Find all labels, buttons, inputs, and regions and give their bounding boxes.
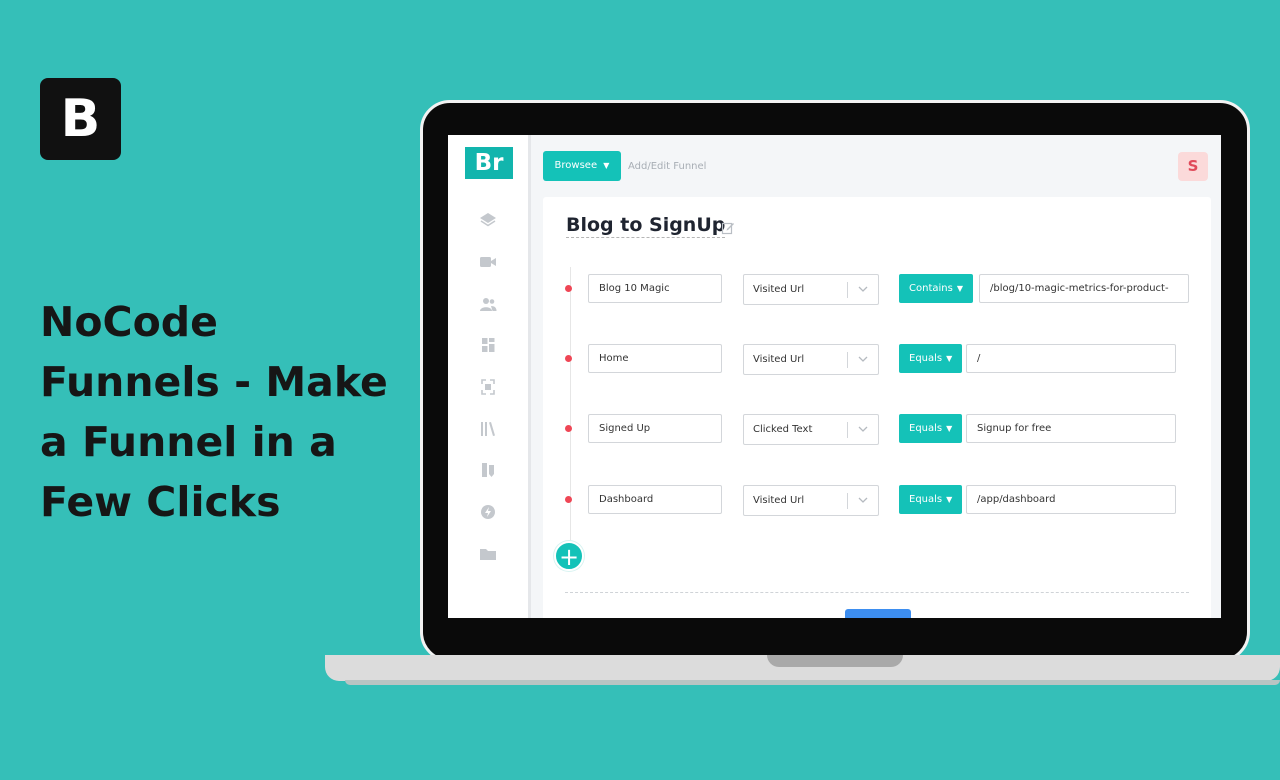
breadcrumb: Add/Edit Funnel: [628, 161, 707, 172]
users-icon[interactable]: [479, 296, 497, 312]
match-value-input[interactable]: Signup for free: [966, 414, 1176, 443]
match-value-input[interactable]: /app/dashboard: [966, 485, 1176, 514]
step-name-input[interactable]: Dashboard: [588, 485, 722, 514]
funnel-editor-panel: Blog to SignUp Blog 10 Magic Visited Url…: [543, 197, 1211, 618]
operator-dropdown-button[interactable]: Equals ▼: [899, 414, 963, 443]
caret-down-icon: ▼: [946, 495, 953, 504]
operator-label: Contains: [909, 283, 953, 294]
event-type-value: Clicked Text: [753, 424, 813, 435]
step-dot: [565, 285, 572, 292]
edit-icon[interactable]: [721, 221, 735, 235]
event-type-select[interactable]: Clicked Text: [743, 414, 879, 445]
operator-label: Equals: [909, 353, 943, 364]
project-dropdown-button[interactable]: Browsee ▼: [543, 151, 621, 181]
event-type-select[interactable]: Visited Url: [743, 344, 879, 375]
brand-logo: B: [40, 78, 121, 160]
operator-label: Equals: [909, 494, 943, 505]
caret-down-icon: ▼: [946, 354, 953, 363]
caret-down-icon: ▼: [603, 161, 610, 170]
project-dropdown-label: Browsee: [554, 160, 598, 171]
chevron-down-icon: [858, 497, 868, 503]
user-avatar[interactable]: S: [1178, 152, 1208, 181]
funnel-step: Dashboard Visited Url Equals ▼ /app/dashb…: [543, 485, 1211, 516]
event-type-select[interactable]: Visited Url: [743, 274, 879, 305]
caret-down-icon: ▼: [946, 424, 953, 433]
folder-icon[interactable]: [479, 546, 497, 562]
operator-label: Equals: [909, 423, 943, 434]
divider: [565, 592, 1189, 593]
event-type-select[interactable]: Visited Url: [743, 485, 879, 516]
event-type-value: Visited Url: [753, 354, 805, 365]
funnel-step: Signed Up Clicked Text Equals ▼ Signup fo…: [543, 414, 1211, 445]
dashboard-icon[interactable]: [479, 337, 497, 353]
match-value-input[interactable]: /: [966, 344, 1176, 373]
event-type-value: Visited Url: [753, 284, 805, 295]
operator-dropdown-button[interactable]: Contains ▼: [899, 274, 973, 303]
step-dot: [565, 425, 572, 432]
library-icon[interactable]: [479, 421, 497, 437]
funnel-step: Home Visited Url Equals ▼ /: [543, 344, 1211, 375]
chevron-down-icon: [858, 286, 868, 292]
chevron-down-icon: [858, 426, 868, 432]
step-name-input[interactable]: Blog 10 Magic: [588, 274, 722, 303]
add-step-button[interactable]: +: [554, 541, 584, 571]
save-funnel-button[interactable]: [845, 609, 911, 618]
lightning-icon[interactable]: [479, 504, 497, 520]
step-name-input[interactable]: Home: [588, 344, 722, 373]
step-dot: [565, 355, 572, 362]
funnel-title[interactable]: Blog to SignUp: [566, 214, 726, 238]
step-name-input[interactable]: Signed Up: [588, 414, 722, 443]
app-logo[interactable]: Br: [465, 147, 513, 179]
match-value-input[interactable]: /blog/10-magic-metrics-for-product-: [979, 274, 1189, 303]
caret-down-icon: ▼: [956, 284, 963, 293]
laptop-base-shadow: [345, 680, 1280, 685]
laptop-notch: [767, 655, 903, 667]
event-type-value: Visited Url: [753, 495, 805, 506]
operator-dropdown-button[interactable]: Equals ▼: [899, 485, 963, 514]
app-screen: Br Browsee ▼ Add/Edit Funnel S Blog to S…: [448, 135, 1221, 618]
sidebar: Br: [448, 135, 531, 618]
funnel-step: Blog 10 Magic Visited Url Contains ▼ /blo…: [543, 274, 1211, 305]
tag-icon[interactable]: [479, 462, 497, 478]
headline: NoCode Funnels - Make a Funnel in a Few …: [40, 298, 388, 526]
layers-icon[interactable]: [479, 212, 497, 228]
video-icon[interactable]: [479, 254, 497, 270]
operator-dropdown-button[interactable]: Equals ▼: [899, 344, 963, 373]
chevron-down-icon: [858, 356, 868, 362]
heatmap-icon[interactable]: [479, 379, 497, 395]
step-dot: [565, 496, 572, 503]
